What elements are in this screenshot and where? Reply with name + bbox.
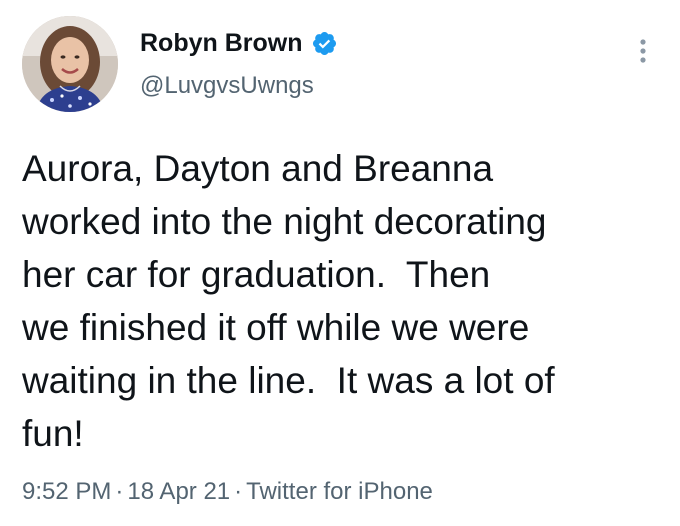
tweet-meta: 9:52 PM · 18 Apr 21 · Twitter for iPhone <box>22 476 433 508</box>
tweet-time[interactable]: 9:52 PM <box>22 478 111 505</box>
name-row: Robyn Brown <box>140 27 338 59</box>
tweet-text: Aurora, Dayton and Breanna worked into t… <box>22 148 555 454</box>
tweet-date[interactable]: 18 Apr 21 <box>127 478 230 505</box>
separator: · <box>234 478 243 505</box>
verified-badge-icon <box>311 30 338 57</box>
tweet: Robyn Brown @LuvgvsUwngs Aurora, Dayton … <box>0 0 680 526</box>
more-options-icon[interactable] <box>638 36 648 66</box>
tweet-source[interactable]: Twitter for iPhone <box>246 478 433 505</box>
display-name[interactable]: Robyn Brown <box>140 27 303 59</box>
separator: · <box>115 478 124 505</box>
avatar-image <box>22 16 118 112</box>
handle[interactable]: @LuvgvsUwngs <box>140 72 338 100</box>
avatar[interactable] <box>22 16 118 112</box>
tweet-header: Robyn Brown @LuvgvsUwngs <box>22 16 660 116</box>
author-info: Robyn Brown @LuvgvsUwngs <box>140 27 338 100</box>
